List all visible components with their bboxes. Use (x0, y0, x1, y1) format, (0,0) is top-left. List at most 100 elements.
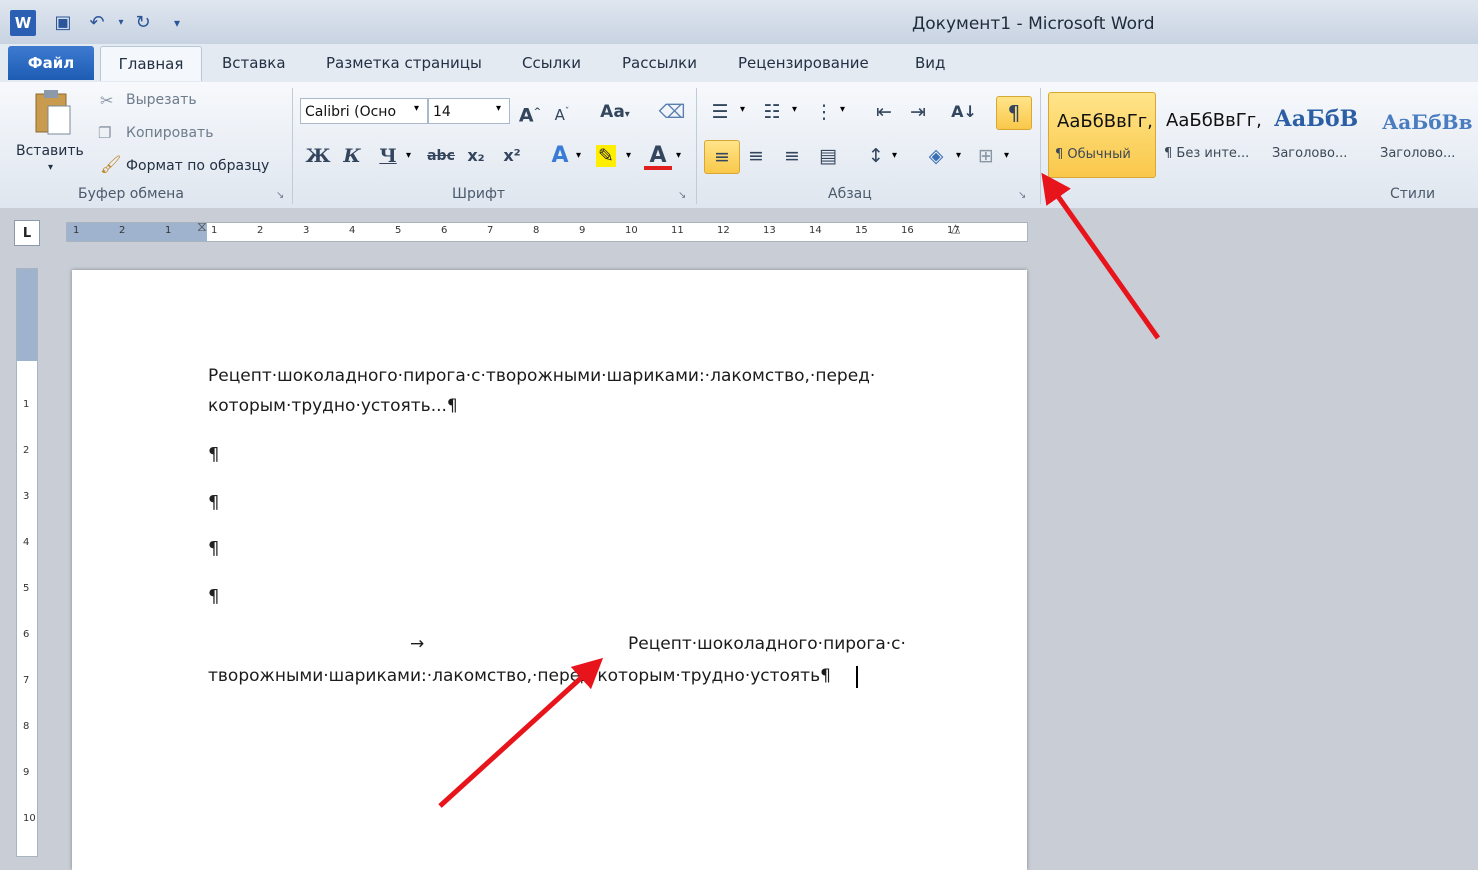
change-case-button[interactable]: Aa▾ (594, 98, 636, 126)
tab-review[interactable]: Рецензирование (738, 46, 869, 80)
multilevel-list-icon[interactable]: ⋮ (810, 98, 838, 126)
horizontal-ruler[interactable]: 1 2 1 1 2 3 4 5 6 7 8 9 10 11 12 13 14 15 16 17 ⧖ △ (66, 219, 1028, 242)
font-size-dropdown-icon[interactable]: ▾ (496, 103, 501, 114)
justify-icon[interactable]: ▤ (814, 142, 842, 170)
highlight-dropdown-icon[interactable]: ▾ (626, 150, 631, 161)
font-color-icon[interactable]: A (644, 142, 672, 170)
align-center-icon[interactable]: ≡ (742, 142, 770, 170)
tab-insert[interactable]: Вставка (222, 46, 286, 80)
text-effects-dropdown-icon[interactable]: ▾ (576, 150, 581, 161)
clear-formatting-icon[interactable]: ⌫ (658, 98, 686, 126)
underline-button[interactable]: Ч (374, 142, 402, 170)
window-title: Документ1 - Microsoft Word (912, 14, 1155, 34)
borders-icon[interactable]: ⊞ (972, 142, 1000, 170)
style-no-spacing[interactable]: АаБбВвГг, ¶ Без инте... (1158, 92, 1264, 176)
superscript-button[interactable]: x² (498, 142, 526, 170)
style-heading-1[interactable]: АаБбВ Заголово... (1266, 92, 1372, 176)
ruler-tick-label: 15 (855, 225, 868, 236)
ruler-tick-label: 11 (671, 225, 684, 236)
line-spacing-dropdown-icon[interactable]: ▾ (892, 150, 897, 161)
text-effects-icon[interactable]: A (546, 142, 574, 170)
bullets-icon[interactable]: ☰ (706, 98, 734, 126)
strikethrough-button[interactable]: abc (424, 142, 458, 170)
paste-dropdown-icon[interactable]: ▾ (48, 162, 53, 173)
style-sample: АаБбВвГг, (1166, 110, 1262, 131)
clipboard-launcher-icon[interactable]: ↘ (276, 190, 288, 202)
tab-view[interactable]: Вид (915, 46, 945, 80)
font-family-dropdown-icon[interactable]: ▾ (414, 103, 419, 114)
right-indent-marker-icon[interactable]: △ (951, 221, 960, 235)
font-family-select[interactable]: Calibri (Осно (300, 98, 428, 124)
ruler-tick-label: 16 (901, 225, 914, 236)
font-launcher-icon[interactable]: ↘ (678, 190, 690, 202)
group-separator (1040, 88, 1041, 204)
shading-dropdown-icon[interactable]: ▾ (956, 150, 961, 161)
empty-paragraph-mark: ¶ (208, 538, 220, 559)
paragraph-group-label: Абзац (828, 186, 872, 202)
paragraph-launcher-icon[interactable]: ↘ (1018, 190, 1030, 202)
copy-icon: ❐ (98, 124, 112, 142)
bullets-dropdown-icon[interactable]: ▾ (740, 104, 745, 115)
ruler-tick-label: 7 (487, 225, 494, 236)
style-normal[interactable]: АаБбВвГг, ¶ Обычный (1048, 92, 1156, 178)
grow-font-icon[interactable]: A^ (516, 98, 544, 126)
ruler-tick-label: 10 (23, 813, 36, 824)
align-right-icon[interactable]: ≡ (778, 142, 806, 170)
word-logo-icon[interactable]: W (10, 10, 36, 36)
sort-icon[interactable]: A↓ (950, 98, 978, 126)
tab-file[interactable]: Файл (8, 46, 94, 80)
empty-paragraph-mark: ¶ (208, 444, 220, 465)
italic-button[interactable]: К (338, 142, 366, 170)
save-icon[interactable]: ▣ (50, 10, 76, 36)
subscript-button[interactable]: x₂ (462, 142, 490, 170)
tab-references[interactable]: Ссылки (522, 46, 581, 80)
underline-dropdown-icon[interactable]: ▾ (406, 150, 411, 161)
ruler-tick-label: 8 (533, 225, 540, 236)
ruler-tick-label: 1 (211, 225, 218, 236)
increase-indent-icon[interactable]: ⇥ (904, 98, 932, 126)
ruler-ticks: 1 2 1 1 2 3 4 5 6 7 8 9 10 11 12 13 14 15 16 17 (67, 223, 1027, 241)
paragraph-2-line-2[interactable]: творожными·шариками:·лакомство,·перед·ко… (208, 666, 831, 686)
ruler-tick-label: 5 (23, 583, 30, 594)
empty-paragraph-mark: ¶ (208, 586, 220, 607)
paragraph-1-line-2[interactable]: которым·трудно·устоять...¶ (208, 396, 458, 416)
bold-button[interactable]: Ж (304, 142, 332, 170)
document-page[interactable]: Рецепт·шоколадного·пирога·с· творожными·ш… (72, 270, 1027, 870)
line-spacing-icon[interactable]: ↕ (862, 142, 890, 170)
undo-icon[interactable]: ↶ (84, 10, 110, 36)
format-painter-button[interactable]: Формат по образцу (126, 158, 269, 174)
tab-home[interactable]: Главная (100, 46, 202, 81)
redo-icon[interactable]: ↻ (130, 10, 156, 36)
ruler-tick-label: 6 (23, 629, 30, 640)
ruler-tick-label: 4 (349, 225, 356, 236)
tab-page-layout[interactable]: Разметка страницы (326, 46, 482, 80)
numbering-icon[interactable]: ☷ (758, 98, 786, 126)
ruler-tick-label: 7 (23, 675, 30, 686)
paragraph-2-line-1[interactable]: Рецепт·шоколадного·пирога·с· (628, 634, 906, 654)
shading-icon[interactable]: ◈ (922, 142, 950, 170)
indent-marker-icon[interactable]: ⧖ (197, 219, 207, 235)
customize-qat-icon[interactable]: ▾ (164, 10, 190, 36)
tab-selector-button[interactable]: L (14, 220, 40, 246)
cut-button[interactable]: Вырезать (126, 92, 197, 108)
vertical-ruler[interactable]: 1 2 3 4 5 6 7 8 9 10 (16, 268, 38, 857)
show-formatting-marks-button[interactable]: ¶ (996, 96, 1032, 130)
borders-dropdown-icon[interactable]: ▾ (1004, 150, 1009, 161)
tab-mailings[interactable]: Рассылки (622, 46, 697, 80)
ruler-tick-label: 2 (23, 445, 30, 456)
shrink-font-icon[interactable]: Aˇ (548, 98, 576, 126)
decrease-indent-icon[interactable]: ⇤ (870, 98, 898, 126)
ruler-tick-label: 3 (23, 491, 30, 502)
paste-label[interactable]: Вставить (16, 143, 84, 159)
paste-button[interactable] (28, 88, 76, 138)
ruler-tick-label: 8 (23, 721, 30, 732)
multilevel-dropdown-icon[interactable]: ▾ (840, 104, 845, 115)
highlight-color-icon[interactable]: ✎ (592, 142, 620, 170)
copy-button[interactable]: Копировать (126, 125, 213, 141)
style-sample: АаБбВв (1382, 110, 1473, 134)
numbering-dropdown-icon[interactable]: ▾ (792, 104, 797, 115)
align-left-icon[interactable]: ≡ (704, 140, 740, 174)
style-heading-2[interactable]: АаБбВв Заголово... (1374, 92, 1478, 176)
font-color-dropdown-icon[interactable]: ▾ (676, 150, 681, 161)
paragraph-1-line-1[interactable]: Рецепт·шоколадного·пирога·с·творожными·ш… (208, 366, 875, 386)
